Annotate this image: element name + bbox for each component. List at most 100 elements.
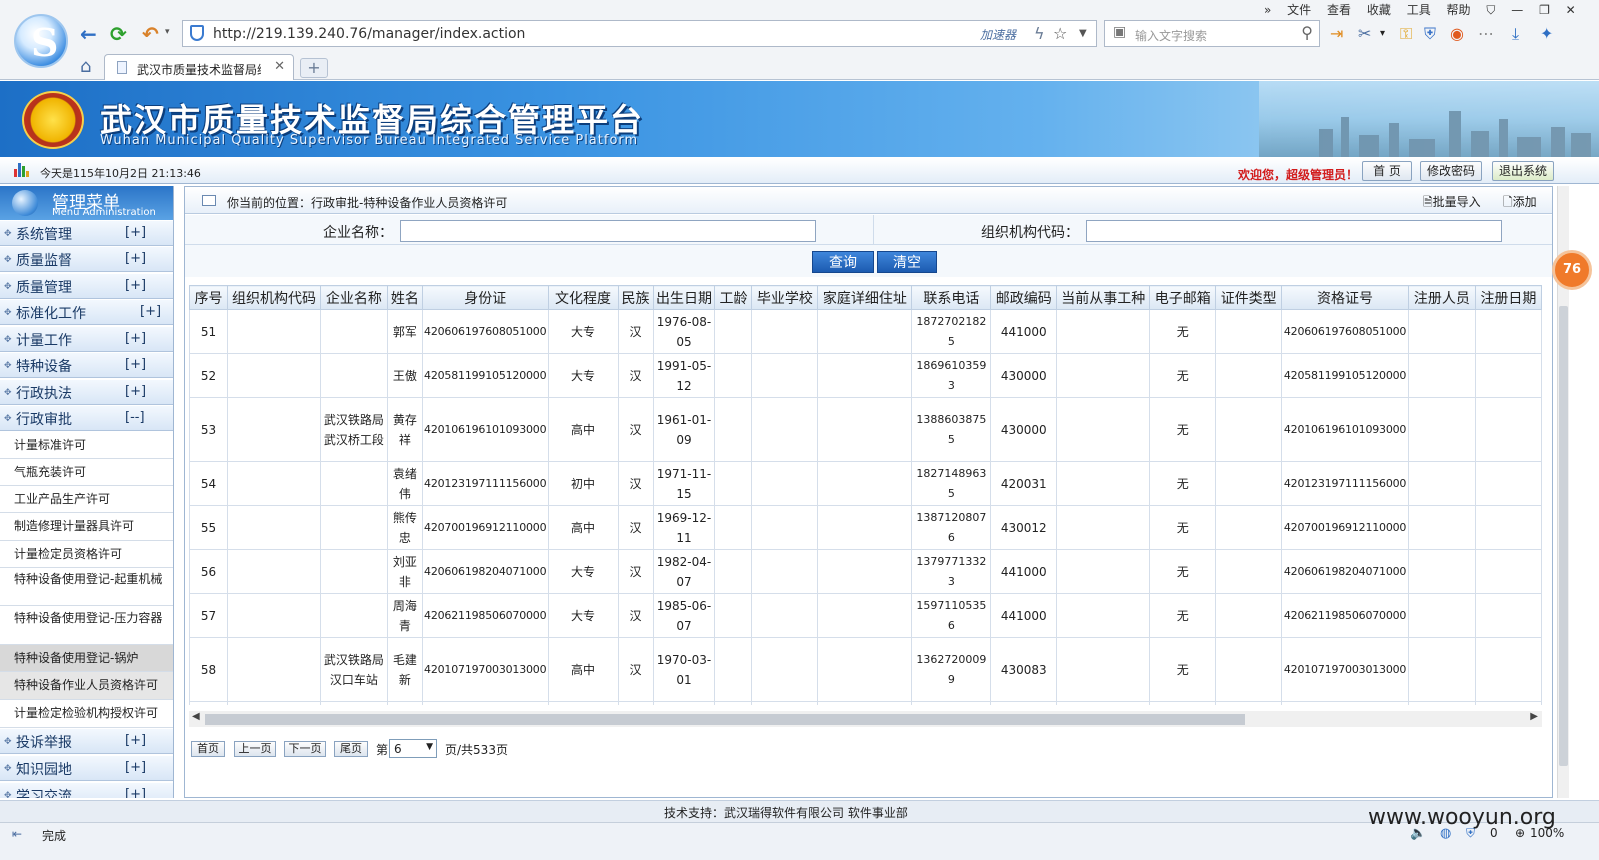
column-header[interactable]: 家庭详细住址 <box>817 285 913 310</box>
next-page-button[interactable]: 下一页 <box>284 741 326 757</box>
sidebar-item-law-enforcement[interactable]: ✥ 行政执法 [+] <box>0 380 173 405</box>
table-row[interactable]: 54 袁绪伟 420123197111156000 初中汉 1971-11-15 1827… <box>189 461 1542 506</box>
undo-icon[interactable]: ↶ <box>142 22 159 46</box>
weibo-icon[interactable]: ◉ <box>1450 24 1464 43</box>
batch-import-button[interactable]: 🗎批量导入 <box>1423 193 1481 214</box>
column-header[interactable]: 联系电话 <box>911 285 992 310</box>
menu-tools[interactable]: 工具 <box>1407 3 1431 17</box>
key-icon[interactable]: ⚿ <box>1400 24 1412 44</box>
sidebar-subitem[interactable]: 工业产品生产许可 <box>0 486 173 513</box>
column-header[interactable]: 注册人员 <box>1407 285 1476 310</box>
horizontal-scroll-thumb[interactable] <box>205 714 1245 725</box>
scroll-right-icon[interactable]: ▶ <box>1530 711 1538 722</box>
column-header[interactable]: 出生日期 <box>652 285 716 310</box>
tab-title[interactable]: 武汉市质量技术监督局综 <box>137 61 261 78</box>
menu-file[interactable]: 文件 <box>1287 3 1311 17</box>
lightning-icon[interactable]: ϟ <box>1034 24 1045 43</box>
search-engine-icon[interactable]: ▣ <box>1113 24 1126 40</box>
minimize-icon[interactable]: — <box>1511 3 1523 17</box>
column-header[interactable]: 身份证 <box>421 285 549 310</box>
address-url[interactable]: http://219.139.240.76/manager/index.acti… <box>213 26 525 42</box>
table-row[interactable] <box>189 701 1542 705</box>
sidebar-subitem-active[interactable]: 特种设备作业人员资格许可 <box>0 672 173 700</box>
org-code-input[interactable] <box>1086 220 1502 242</box>
table-row[interactable]: 58 武汉铁路局汉口车站 毛建新 420107197003013000 高中汉 1970-… <box>189 637 1542 702</box>
table-row[interactable]: 52 王傲 420581199105120000 大专汉 1991-05-12 18696… <box>189 353 1542 398</box>
column-header[interactable]: 序号 <box>189 285 228 310</box>
sidebar-subitem[interactable]: 特种设备使用登记-压力容器 <box>0 606 173 645</box>
more-tools-icon[interactable]: ⋯ <box>1478 24 1494 43</box>
sidebar-subitem-hover[interactable]: 特种设备使用登记-锅炉 <box>0 645 173 672</box>
menu-more-icon[interactable]: » <box>1264 3 1271 17</box>
tools-icon[interactable]: ✂ <box>1358 24 1371 43</box>
column-header[interactable]: 当前从事工种 <box>1056 285 1151 310</box>
browser-logo[interactable]: S <box>14 14 68 68</box>
new-tab-button[interactable]: + <box>300 58 328 78</box>
sidebar-item-approval[interactable]: ✥ 行政审批 [--] <box>0 406 173 431</box>
sidebar-item-system[interactable]: ✥ 系统管理 [+] <box>0 221 173 246</box>
column-header[interactable]: 文化程度 <box>547 285 619 310</box>
sidebar-subitem[interactable]: 计量标准许可 <box>0 432 173 459</box>
star-icon[interactable]: ☆ <box>1053 24 1067 43</box>
first-page-button[interactable]: 首页 <box>191 741 225 757</box>
tab-current[interactable]: 武汉市质量技术监督局综 ✕ <box>104 54 294 80</box>
sidebar-item-learning[interactable]: ✥ 学习交流 [+] <box>0 783 173 798</box>
column-header[interactable]: 证件类型 <box>1215 285 1283 310</box>
prev-page-button[interactable]: 上一页 <box>234 741 276 757</box>
sidebar-subitem[interactable]: 气瓶充装许可 <box>0 459 173 486</box>
table-row[interactable]: 56 刘亚非 420606198204071000 大专汉 1982-04-07 1379… <box>189 549 1542 594</box>
column-header[interactable]: 民族 <box>617 285 654 310</box>
search-input[interactable]: 输入文字搜索 <box>1135 27 1207 44</box>
table-row[interactable]: 51 郭军 420606197608051000 大专汉 1976-08-05 18727… <box>189 309 1542 354</box>
back-icon[interactable]: ← <box>80 22 97 46</box>
query-button[interactable]: 查询 <box>812 251 874 273</box>
sidebar-item-special-equipment[interactable]: ✥ 特种设备 [+] <box>0 353 173 378</box>
table-row[interactable]: 53 武汉铁路局武汉桥工段 黄存祥 420106196101093000 高中汉 1961… <box>189 397 1542 462</box>
tools-dropdown-icon[interactable]: ▾ <box>1380 28 1385 39</box>
sidebar-item-complaints[interactable]: ✥ 投诉举报 [+] <box>0 729 173 754</box>
sidebar-item-standardization[interactable]: ✥ 标准化工作 [+] <box>0 300 173 325</box>
download-icon[interactable]: ⤓ <box>1512 24 1519 44</box>
page-select[interactable]: 6 ▼ <box>389 739 437 758</box>
table-row[interactable]: 55 熊传忠 420700196912110000 高中汉 1969-12-11 1387… <box>189 505 1542 550</box>
sidebar-subitem[interactable]: 计量检定检验机构授权许可 <box>0 700 173 728</box>
menu-help[interactable]: 帮助 <box>1447 3 1471 17</box>
table-row[interactable]: 57 周海青 420621198506070000 大专汉 1985-06-07 1597… <box>189 593 1542 638</box>
address-bar[interactable]: http://219.139.240.76/manager/index.acti… <box>182 20 1097 47</box>
column-header[interactable]: 工龄 <box>714 285 753 310</box>
menu-favorites[interactable]: 收藏 <box>1367 3 1391 17</box>
zoom-level[interactable]: 100% <box>1530 826 1564 840</box>
column-header[interactable]: 资格证号 <box>1281 285 1409 310</box>
floating-badge[interactable]: 76 <box>1552 250 1592 290</box>
scroll-left-icon[interactable]: ◀ <box>192 711 200 722</box>
sidebar-item-quality-supervision[interactable]: ✥ 质量监督 [+] <box>0 247 173 272</box>
horizontal-scrollbar[interactable]: ◀ ▶ <box>189 711 1542 727</box>
sidebar-item-knowledge[interactable]: ✥ 知识园地 [+] <box>0 756 173 781</box>
column-header[interactable]: 组织机构代码 <box>226 285 321 310</box>
add-button[interactable]: 🗋添加 <box>1503 193 1537 214</box>
close-icon[interactable]: ✕ <box>1566 3 1576 17</box>
search-box[interactable]: ▣ 输入文字搜索 ⚲ <box>1104 20 1320 47</box>
sidebar-subitem[interactable]: 制造修理计量器具许可 <box>0 513 173 541</box>
tab-close-icon[interactable]: ✕ <box>274 59 285 74</box>
vertical-scroll-thumb[interactable] <box>1559 306 1568 766</box>
sidebar-subitem[interactable]: 计量检定员资格许可 <box>0 541 173 568</box>
column-header[interactable]: 注册日期 <box>1474 285 1542 310</box>
company-name-input[interactable] <box>400 220 816 242</box>
earth-icon[interactable]: ◍ <box>1440 826 1451 841</box>
sidebar-item-quality-management[interactable]: ✥ 质量管理 [+] <box>0 274 173 299</box>
restore-icon[interactable]: ❐ <box>1539 3 1550 17</box>
shirt-icon[interactable]: ⛉ <box>1486 3 1495 17</box>
column-header[interactable]: 姓名 <box>386 285 423 310</box>
column-header[interactable]: 毕业学校 <box>751 285 819 310</box>
zoom-icon[interactable]: ⊕ <box>1515 826 1525 840</box>
change-password-button[interactable]: 修改密码 <box>1420 161 1482 181</box>
volume-icon[interactable]: 🔈 <box>1410 826 1426 841</box>
menu-view[interactable]: 查看 <box>1327 3 1351 17</box>
search-icon[interactable]: ⚲ <box>1301 23 1313 42</box>
sidebar-item-metrology[interactable]: ✥ 计量工作 [+] <box>0 327 173 352</box>
clear-button[interactable]: 清空 <box>877 251 937 273</box>
guard-icon[interactable]: ⛨ <box>1424 24 1436 44</box>
last-page-button[interactable]: 尾页 <box>334 741 368 757</box>
home-icon[interactable]: ⌂ <box>80 56 91 77</box>
